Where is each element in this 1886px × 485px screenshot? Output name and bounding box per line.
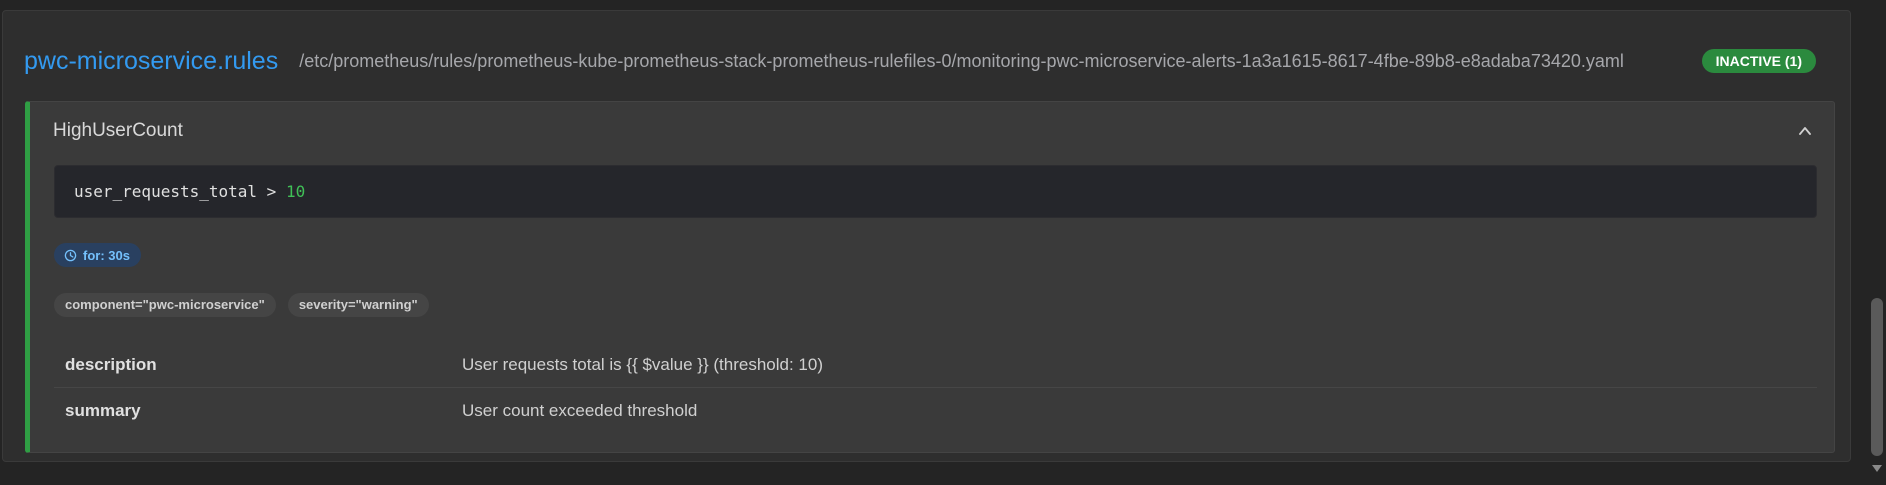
annotation-value: User requests total is {{ $value }} (thr…: [462, 342, 1817, 388]
vertical-scrollbar[interactable]: [1868, 0, 1886, 485]
annotation-row: description User requests total is {{ $v…: [54, 342, 1817, 388]
rule-expression: user_requests_total > 10: [54, 165, 1817, 218]
annotation-row: summary User count exceeded threshold: [54, 388, 1817, 434]
rule-group-card: pwc-microservice.rules /etc/prometheus/r…: [2, 10, 1851, 462]
scrollbar-thumb[interactable]: [1871, 298, 1883, 456]
rule-labels: component="pwc-microservice" severity="w…: [54, 293, 429, 317]
annotation-key: summary: [65, 400, 141, 420]
state-badge: INACTIVE (1): [1701, 49, 1816, 73]
alert-rule-card: HighUserCount user_requests_total > 10 f…: [25, 101, 1835, 453]
annotation-value: User count exceeded threshold: [462, 400, 698, 420]
alert-rule-name[interactable]: HighUserCount: [53, 120, 183, 142]
scroll-down-arrow-icon[interactable]: [1872, 465, 1882, 472]
for-duration-badge: for: 30s: [54, 243, 141, 267]
rule-group-name-link[interactable]: pwc-microservice.rules: [24, 47, 278, 76]
expression-operator: >: [266, 182, 277, 201]
expression-metric: user_requests_total: [74, 182, 258, 201]
clock-icon: [64, 249, 77, 261]
annotations-table: description User requests total is {{ $v…: [54, 342, 1817, 433]
rule-group-file-path: /etc/prometheus/rules/prometheus-kube-pr…: [299, 50, 1624, 71]
chevron-up-icon[interactable]: [1798, 124, 1812, 138]
for-duration-label: for: 30s: [83, 247, 130, 263]
label-badge-component: component="pwc-microservice": [54, 293, 276, 317]
rule-group-header: pwc-microservice.rules /etc/prometheus/r…: [24, 41, 1832, 81]
label-badge-severity: severity="warning": [287, 293, 429, 317]
annotation-key: description: [54, 342, 462, 388]
expression-value: 10: [285, 182, 306, 201]
